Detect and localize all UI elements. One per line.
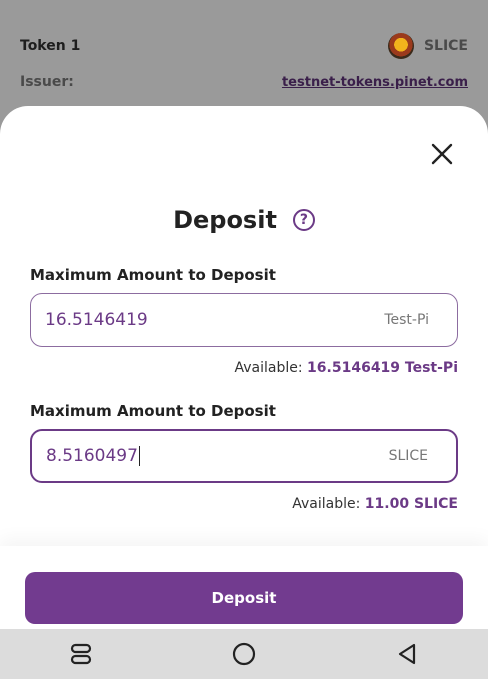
available-label: Available:	[292, 496, 361, 512]
field-label-slice: Maximum Amount to Deposit	[30, 402, 276, 420]
system-nav-bar	[0, 629, 488, 679]
slice-available: Available: 11.00 SLICE	[292, 496, 458, 512]
slice-amount-value: 8.5160497	[46, 445, 138, 466]
issuer-link[interactable]: testnet-tokens.pinet.com	[282, 75, 468, 90]
deposit-button[interactable]: Deposit	[25, 572, 463, 624]
available-value: 16.5146419 Test-Pi	[307, 360, 458, 376]
back-button[interactable]	[392, 639, 422, 669]
token-row: Token 1 SLICE	[20, 33, 468, 59]
recents-button[interactable]	[66, 639, 96, 669]
home-button[interactable]	[229, 639, 259, 669]
available-label: Available:	[234, 360, 303, 376]
test-pi-amount-input[interactable]: 16.5146419 Test-Pi	[30, 293, 458, 347]
home-icon	[232, 642, 256, 666]
slice-token-icon	[387, 33, 414, 59]
field-label-test-pi: Maximum Amount to Deposit	[30, 266, 276, 284]
modal-title: Deposit	[173, 206, 277, 234]
close-button[interactable]	[428, 140, 456, 168]
issuer-row: Issuer: testnet-tokens.pinet.com	[20, 72, 468, 92]
text-caret	[138, 446, 140, 467]
slice-unit: SLICE	[388, 448, 428, 464]
modal-header: Deposit ?	[0, 202, 488, 238]
asset-code: SLICE	[423, 38, 468, 54]
test-pi-unit: Test-Pi	[384, 312, 429, 328]
help-icon[interactable]: ?	[292, 209, 315, 231]
test-pi-amount-value: 16.5146419	[45, 310, 148, 330]
recents-icon	[71, 643, 92, 665]
close-icon	[431, 143, 453, 165]
test-pi-available: Available: 16.5146419 Test-Pi	[235, 360, 459, 376]
issuer-label: Issuer:	[20, 74, 74, 90]
back-icon	[398, 643, 415, 665]
slice-amount-wrap: 8.5160497	[46, 446, 140, 467]
token-label: Token 1	[20, 38, 81, 54]
token-asset: SLICE	[387, 33, 468, 59]
available-value: 11.00 SLICE	[364, 496, 458, 512]
slice-amount-input[interactable]: 8.5160497 SLICE	[30, 429, 458, 483]
